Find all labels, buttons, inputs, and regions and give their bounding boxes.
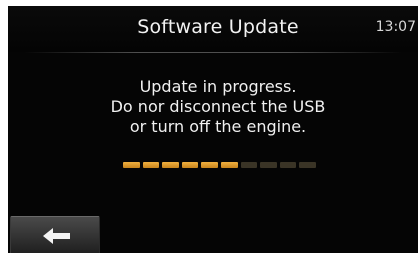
progress-segment-filled: [142, 162, 160, 168]
progress-segment-empty: [260, 162, 277, 168]
status-message-line-3: or turn off the engine.: [129, 117, 307, 136]
back-button[interactable]: [10, 216, 100, 253]
progress-segment-filled: [162, 162, 179, 168]
progress-segment-filled: [181, 162, 199, 168]
status-message-line-2: Do nor disconnect the USB: [110, 97, 326, 116]
progress-segment-empty: [240, 162, 258, 168]
status-message: Update in progress. Do nor disconnect th…: [48, 77, 388, 137]
clock: 13:07: [375, 19, 416, 35]
header-divider: [24, 52, 402, 53]
progress-segment-filled: [201, 162, 218, 168]
progress-segment-filled: [123, 162, 140, 168]
arrow-left-icon: [43, 228, 70, 244]
progress-segment-empty: [279, 162, 297, 168]
status-message-line-1: Update in progress.: [139, 77, 297, 96]
page-title: Software Update: [137, 16, 299, 38]
progress-bar: [123, 162, 316, 168]
header-bar: Software Update 13:07: [8, 6, 418, 52]
update-screen: Software Update 13:07 Update in progress…: [8, 6, 418, 253]
progress-segment-empty: [299, 162, 316, 168]
progress-segment-filled: [220, 162, 238, 168]
